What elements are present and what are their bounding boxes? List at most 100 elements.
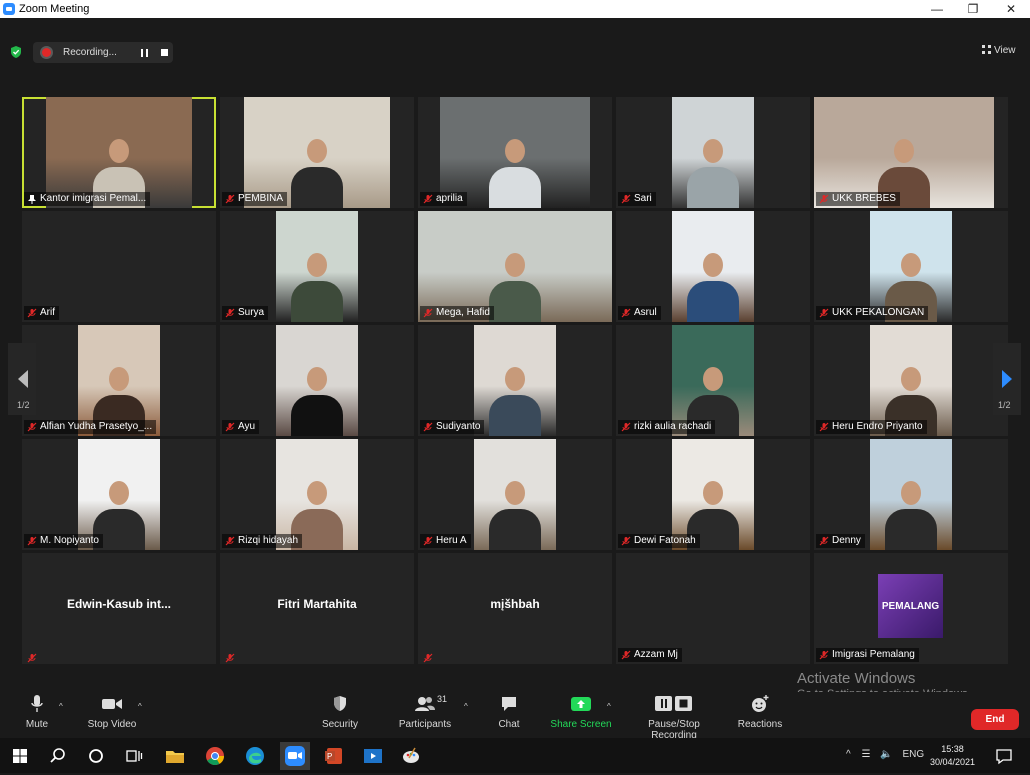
participant-video: [276, 325, 358, 436]
participants-options-caret-icon[interactable]: ^: [464, 702, 468, 711]
participant-logo-image: PEMALANG: [878, 574, 943, 638]
participant-tile[interactable]: Mega, Hafid: [418, 211, 612, 322]
video-camera-icon: [102, 699, 122, 709]
window-title-bar: Zoom Meeting — ❐ ✕: [0, 0, 1030, 18]
security-shield-icon[interactable]: [9, 45, 23, 59]
participant-tile[interactable]: Fitri Martahita: [220, 553, 414, 664]
participant-tile[interactable]: Sudiyanto: [418, 325, 612, 436]
share-screen-icon: [571, 697, 591, 711]
participant-tile[interactable]: aprilia: [418, 97, 612, 208]
show-hidden-icons-chevron-icon[interactable]: ^: [846, 749, 851, 760]
participant-tile[interactable]: M. Nopiyanto: [22, 439, 216, 550]
chrome-icon[interactable]: [203, 744, 227, 768]
cortana-icon[interactable]: [84, 744, 108, 768]
participant-tile[interactable]: mįšhbah: [418, 553, 612, 664]
participant-body: [489, 395, 541, 436]
participant-name: aprilia: [436, 193, 463, 204]
participant-name-tag: Dewi Fatonah: [618, 534, 700, 548]
participants-icon: [415, 697, 435, 711]
notifications-icon[interactable]: [992, 744, 1016, 768]
stop-recording-icon[interactable]: [161, 49, 168, 56]
security-button[interactable]: Security: [320, 694, 360, 730]
pin-icon: [27, 194, 37, 204]
participant-name-tag: Kantor imigrasi Pemal...: [24, 192, 151, 206]
zoom-taskbar-button[interactable]: [280, 742, 310, 770]
reactions-button[interactable]: Reactions: [737, 694, 783, 730]
edge-icon[interactable]: [243, 744, 267, 768]
participant-head: [109, 139, 129, 163]
muted-mic-icon: [819, 194, 829, 204]
search-icon[interactable]: [46, 744, 70, 768]
participant-name: Sari: [634, 193, 652, 204]
mute-button[interactable]: Mute: [20, 694, 54, 730]
powerpoint-icon[interactable]: P: [322, 744, 346, 768]
system-clock[interactable]: 15:38 30/04/2021: [930, 743, 975, 769]
audio-options-caret-icon[interactable]: ^: [59, 702, 63, 711]
share-screen-button[interactable]: Share Screen: [550, 694, 612, 730]
participant-tile[interactable]: Rizqi hidayah: [220, 439, 414, 550]
view-button[interactable]: View: [982, 45, 1016, 56]
participant-name-tag: Asrul: [618, 306, 661, 320]
participant-name-tag: aprilia: [420, 192, 467, 206]
participant-name-tag: Denny: [816, 534, 865, 548]
close-button[interactable]: ✕: [994, 0, 1028, 18]
participant-tile[interactable]: PEMBINA: [220, 97, 414, 208]
participant-tile[interactable]: UKK PEKALONGAN: [814, 211, 1008, 322]
participant-name: Dewi Fatonah: [634, 535, 696, 546]
participant-head: [894, 139, 914, 163]
file-explorer-icon[interactable]: [163, 744, 187, 768]
participant-tile[interactable]: Heru Endro Priyanto: [814, 325, 1008, 436]
participant-tile[interactable]: Denny: [814, 439, 1008, 550]
muted-mic-icon: [423, 536, 433, 546]
recording-label: Recording...: [63, 47, 117, 58]
participant-tile[interactable]: Edwin-Kasub int...: [22, 553, 216, 664]
participant-video: [474, 325, 556, 436]
participant-name: PEMBINA: [238, 193, 284, 204]
participant-body: [291, 167, 343, 208]
minimize-button[interactable]: —: [920, 0, 954, 18]
participant-body: [489, 509, 541, 550]
language-indicator[interactable]: ENG: [902, 749, 924, 760]
maximize-button[interactable]: ❐: [956, 0, 990, 18]
participant-tile[interactable]: Sari: [616, 97, 810, 208]
participant-tile[interactable]: Ayu: [220, 325, 414, 436]
participant-tile[interactable]: PEMALANG Imigrasi Pemalang: [814, 553, 1008, 664]
pause-stop-recording-button[interactable]: Pause/Stop Recording: [624, 694, 724, 741]
participant-body: [489, 167, 541, 208]
participant-head: [505, 481, 525, 505]
participant-head: [703, 139, 723, 163]
paint-icon[interactable]: [399, 744, 423, 768]
participant-name-large: Fitri Martahita: [277, 597, 357, 611]
chat-button[interactable]: Chat: [494, 694, 524, 730]
page-indicator-right: 1/2: [998, 400, 1011, 410]
end-meeting-button[interactable]: End: [971, 709, 1019, 730]
recording-dot-icon: [42, 48, 51, 57]
task-view-icon[interactable]: [122, 744, 146, 768]
participant-head: [505, 367, 525, 391]
participant-name: Heru A: [436, 535, 467, 546]
participant-tile[interactable]: Arif: [22, 211, 216, 322]
participant-tile[interactable]: Dewi Fatonah: [616, 439, 810, 550]
clock-time: 15:38: [941, 744, 964, 754]
participant-tile[interactable]: Alfian Yudha Prasetyo_...: [22, 325, 216, 436]
participant-name-tag: Rizqi hidayah: [222, 534, 303, 548]
participant-tile[interactable]: Asrul: [616, 211, 810, 322]
video-options-caret-icon[interactable]: ^: [138, 702, 142, 711]
participant-name-tag: Imigrasi Pemalang: [816, 648, 919, 662]
pause-recording-icon[interactable]: [141, 49, 148, 57]
participant-tile[interactable]: Kantor imigrasi Pemal...: [22, 97, 216, 208]
participant-tile[interactable]: Azzam Mj: [616, 553, 810, 664]
view-label: View: [994, 45, 1016, 56]
participant-name-tag: Arif: [24, 306, 59, 320]
share-options-caret-icon[interactable]: ^: [607, 702, 611, 711]
participant-tile[interactable]: Surya: [220, 211, 414, 322]
windows-start-icon[interactable]: [8, 744, 32, 768]
participant-tile[interactable]: Heru A: [418, 439, 612, 550]
network-icon[interactable]: ☰: [861, 749, 870, 760]
volume-icon[interactable]: 🔈: [880, 749, 892, 760]
media-player-icon[interactable]: [361, 744, 385, 768]
participant-tile[interactable]: UKK BREBES: [814, 97, 1008, 208]
stop-video-button[interactable]: Stop Video: [84, 694, 140, 730]
participant-tile[interactable]: rizki aulia rachadi: [616, 325, 810, 436]
muted-mic-icon: [27, 650, 37, 663]
